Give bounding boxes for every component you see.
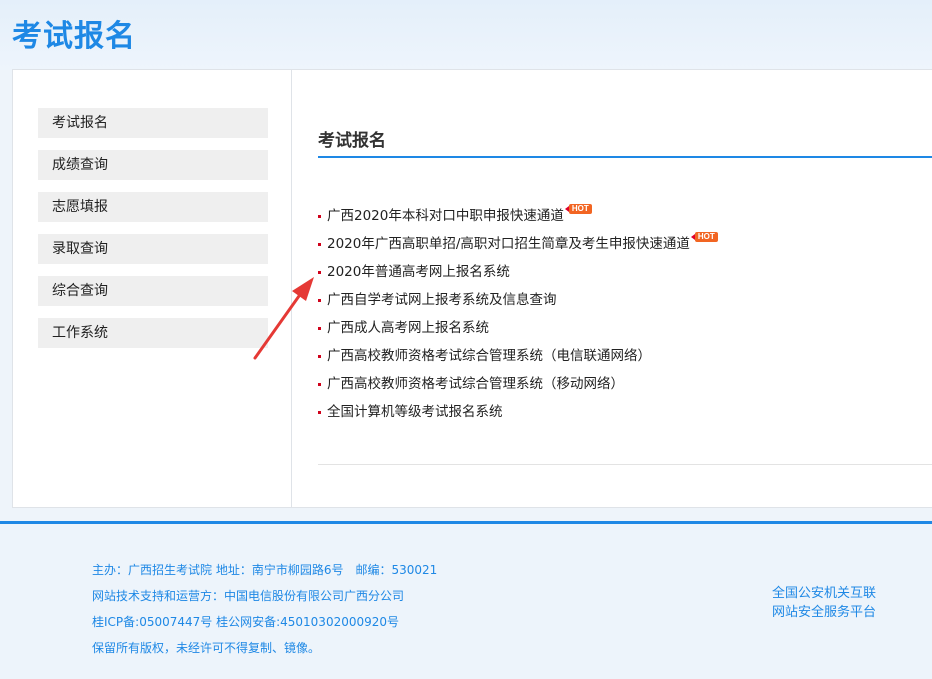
list-item: 2020年普通高考网上报名系统: [318, 258, 932, 286]
link-adult-gaokao[interactable]: 广西成人高考网上报名系统: [327, 320, 489, 336]
hot-badge: HOT: [690, 232, 718, 242]
sidebar-item-score-query[interactable]: 成绩查询: [38, 150, 268, 180]
site-title: 考试报名: [12, 19, 136, 54]
title-divider: [318, 156, 932, 158]
main-panel: 考试报名 成绩查询 志愿填报 录取查询 综合查询 工作系统 考试报名 广西202…: [12, 69, 932, 508]
sidebar-item-work-system[interactable]: 工作系统: [38, 318, 268, 348]
bullet-icon: [318, 243, 321, 246]
footer-organizer: 主办：广西招生考试院 地址：南宁市柳园路6号 邮编：530021: [92, 563, 438, 577]
list-item: 全国计算机等级考试报名系统: [318, 398, 932, 426]
footer-tech-support: 网站技术支持和运营方：中国电信股份有限公司广西分公司: [92, 589, 405, 603]
list-item: 广西高校教师资格考试综合管理系统（移动网络）: [318, 370, 932, 398]
link-self-study-exam[interactable]: 广西自学考试网上报考系统及信息查询: [327, 292, 557, 308]
footer-info: 主办：广西招生考试院 地址：南宁市柳园路6号 邮编：530021 网站技术支持和…: [92, 560, 437, 664]
hot-badge: HOT: [564, 204, 592, 214]
list-item: 广西高校教师资格考试综合管理系统（电信联通网络）: [318, 342, 932, 370]
link-list: 广西2020年本科对口中职申报快速通道 HOT 2020年广西高职单招/高职对口招…: [318, 202, 932, 426]
link-teacher-cert-telecom[interactable]: 广西高校教师资格考试综合管理系统（电信联通网络）: [327, 348, 651, 364]
link-computer-rank-exam[interactable]: 全国计算机等级考试报名系统: [327, 404, 503, 420]
red-arrow-annotation-icon: [253, 277, 314, 360]
footer-copyright: 保留所有版权，未经许可不得复制、镜像。: [92, 641, 321, 655]
police-service-link[interactable]: 全国公安机关互联 网站安全服务平台: [772, 584, 876, 622]
sidebar-item-exam-registration[interactable]: 考试报名: [38, 108, 268, 138]
content-bottom-divider: [318, 464, 932, 465]
link-vocational-single-enrollment[interactable]: 2020年广西高职单招/高职对口招生简章及考生申报快速通道: [327, 236, 690, 252]
sidebar-item-admission-query[interactable]: 录取查询: [38, 234, 268, 264]
link-undergraduate-vocational[interactable]: 广西2020年本科对口中职申报快速通道: [327, 208, 564, 224]
link-gaokao-registration[interactable]: 2020年普通高考网上报名系统: [327, 264, 510, 280]
sidebar-item-volunteer-filling[interactable]: 志愿填报: [38, 192, 268, 222]
content-title: 考试报名: [318, 131, 386, 151]
list-item: 广西成人高考网上报名系统: [318, 314, 932, 342]
page-header: 考试报名: [0, 0, 932, 70]
footer: 主办：广西招生考试院 地址：南宁市柳园路6号 邮编：530021 网站技术支持和…: [0, 524, 932, 679]
sidebar-item-general-query[interactable]: 综合查询: [38, 276, 268, 306]
bullet-icon: [318, 411, 321, 414]
link-teacher-cert-mobile[interactable]: 广西高校教师资格考试综合管理系统（移动网络）: [327, 376, 624, 392]
bullet-icon: [318, 215, 321, 218]
bullet-icon: [318, 383, 321, 386]
footer-icp: 桂ICP备:05007447号 桂公网安备:45010302000920号: [92, 615, 400, 629]
list-item: 广西自学考试网上报考系统及信息查询: [318, 286, 932, 314]
list-item: 广西2020年本科对口中职申报快速通道 HOT: [318, 202, 932, 230]
bullet-icon: [318, 271, 321, 274]
list-item: 2020年广西高职单招/高职对口招生简章及考生申报快速通道 HOT: [318, 230, 932, 258]
police-line-1: 全国公安机关互联: [772, 586, 877, 601]
police-line-2: 网站安全服务平台: [772, 605, 877, 620]
